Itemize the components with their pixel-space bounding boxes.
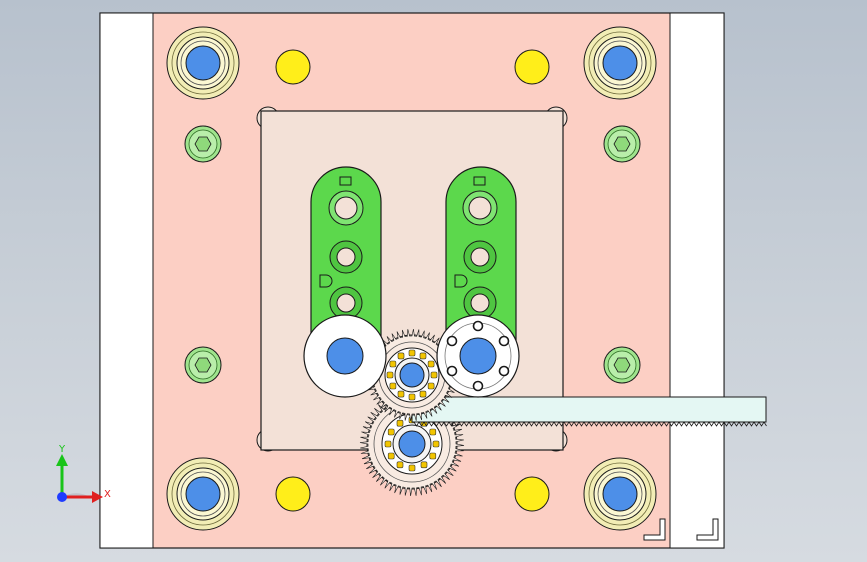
bearing-ball: [419, 352, 427, 360]
bearing-ball: [427, 360, 435, 368]
flange-bearing-right[interactable]: [436, 314, 520, 398]
bearing-ball: [419, 390, 427, 398]
origin-dot: [57, 492, 67, 502]
cad-viewport[interactable]: Y X: [0, 0, 867, 562]
gear-rack[interactable]: [411, 396, 767, 427]
guide-pin-bottom-left: [185, 476, 221, 512]
slider-arm-right[interactable]: [445, 166, 517, 341]
bearing-ball: [408, 393, 416, 401]
bearing-ball: [389, 360, 397, 368]
bearing-ball: [408, 349, 416, 357]
yellow-pin-top-left[interactable]: [275, 49, 311, 85]
flange-bolt: [446, 365, 458, 377]
bearing-ball: [387, 452, 395, 460]
bearing-ball: [397, 390, 405, 398]
guide-bushing-top-left[interactable]: [166, 26, 240, 100]
yellow-pin-bottom-left[interactable]: [275, 476, 311, 512]
yellow-pin-top-right[interactable]: [514, 49, 550, 85]
bearing-ball: [386, 371, 394, 379]
bolt-upper-right[interactable]: [603, 125, 641, 163]
yellow-pin-bottom-right[interactable]: [514, 476, 550, 512]
side-rail-left: [99, 12, 154, 549]
flange-bolt: [498, 365, 510, 377]
side-rail-right: [669, 12, 725, 549]
guide-pin-top-left: [185, 45, 221, 81]
cam-roller-left[interactable]: [303, 314, 387, 398]
bearing-ball: [429, 452, 437, 460]
bearing-ball: [408, 464, 416, 472]
flange-bolt: [472, 380, 484, 392]
bearing-ball: [430, 371, 438, 379]
bearing-ball: [396, 461, 404, 469]
bearing-ball: [429, 428, 437, 436]
y-axis-arrow: [56, 454, 68, 466]
guide-pin-bottom-right: [602, 476, 638, 512]
bearing-ball: [396, 419, 404, 427]
bolt-upper-left[interactable]: [184, 125, 222, 163]
bearing-ball: [387, 428, 395, 436]
guide-bushing-bottom-right[interactable]: [583, 457, 657, 531]
guide-pin-top-right: [602, 45, 638, 81]
bolt-lower-left[interactable]: [184, 346, 222, 384]
flange-bolt: [446, 335, 458, 347]
bolt-lower-right[interactable]: [603, 346, 641, 384]
guide-bushing-bottom-left[interactable]: [166, 457, 240, 531]
bearing-ball: [384, 440, 392, 448]
guide-bushing-top-right[interactable]: [583, 26, 657, 100]
x-axis-label: X: [104, 489, 111, 500]
bearing-ball: [432, 440, 440, 448]
bearing-ball: [389, 382, 397, 390]
flange-bolt: [472, 320, 484, 332]
bearing-ball: [420, 461, 428, 469]
bearing-ball: [397, 352, 405, 360]
y-axis-label: Y: [58, 444, 66, 455]
flange-bolt: [498, 335, 510, 347]
bearing-ball: [427, 382, 435, 390]
